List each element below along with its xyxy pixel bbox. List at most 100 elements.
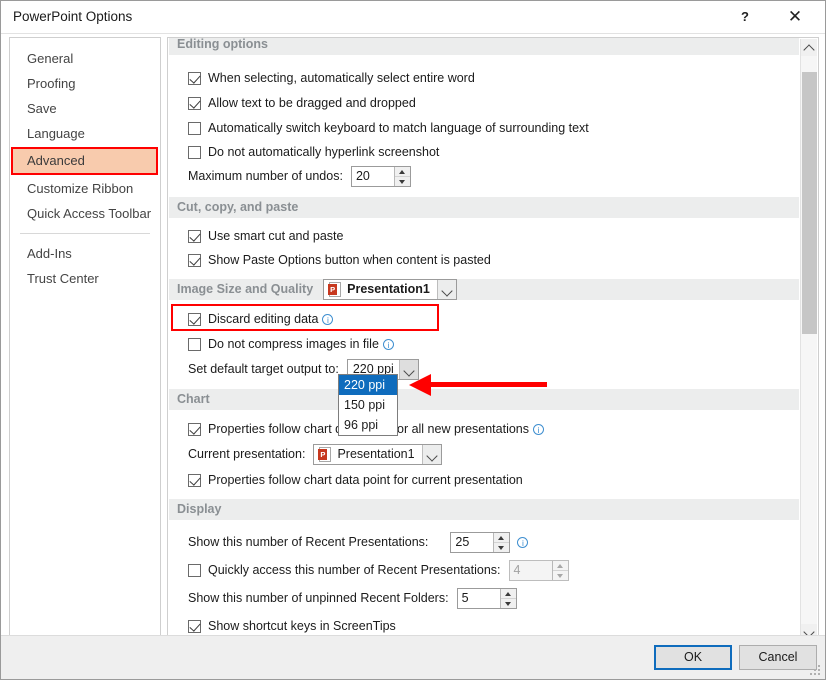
unpinned-folders-value[interactable]: 5 [458,589,500,608]
sidebar-item-label: Quick Access Toolbar [27,206,151,221]
options-pane: Editing options When selecting, automati… [167,37,819,641]
checkbox-row-drag-and-drop[interactable]: Allow text to be dragged and dropped [188,93,416,114]
stepper-buttons[interactable] [493,533,509,552]
recent-presentations-stepper[interactable]: 25 [450,532,510,553]
section-title: Image Size and Quality [177,279,313,300]
recent-presentations-value[interactable]: 25 [451,533,493,552]
close-icon[interactable]: ✕ [773,1,817,32]
max-undos-value[interactable]: 20 [352,167,394,186]
checkbox-label: When selecting, automatically select ent… [208,71,475,86]
section-header-display: Display [169,499,799,520]
sidebar-item-advanced[interactable]: Advanced [11,147,158,175]
checkbox-row-switch-keyboard[interactable]: Automatically switch keyboard to match l… [188,118,589,139]
stepper-buttons [552,561,568,580]
scrollbar-thumb[interactable] [802,72,817,334]
checkbox-follow-chart-data-all-new[interactable] [188,423,201,436]
checkbox-hyperlink-screenshot[interactable] [188,146,201,159]
stepper-up-icon[interactable] [501,589,516,599]
unpinned-folders-row: Show this number of unpinned Recent Fold… [188,588,517,609]
powerpoint-options-dialog: PowerPoint Options ? ✕ General Proofing … [0,0,826,680]
sidebar-item-quick-access-toolbar[interactable]: Quick Access Toolbar [10,201,160,226]
ok-button[interactable]: OK [654,645,732,670]
options-scroll-content: Editing options When selecting, automati… [168,38,801,641]
sidebar-item-proofing[interactable]: Proofing [10,71,160,96]
section-header-image-size-and-quality: Image Size and Quality P Presentation1 [169,279,799,300]
annotation-arrow-icon [409,374,549,396]
checkbox-select-entire-word[interactable] [188,72,201,85]
info-icon[interactable]: i [517,537,528,548]
recent-presentations-row: Show this number of Recent Presentations… [188,532,528,553]
stepper-buttons[interactable] [500,589,516,608]
info-icon[interactable]: i [533,424,544,435]
checkbox-label: Show Paste Options button when content i… [208,253,491,268]
target-output-label: Set default target output to: [188,362,339,377]
image-presentation-combo[interactable]: P Presentation1 [323,279,457,300]
stepper-down-icon[interactable] [395,177,410,186]
sidebar-item-label: Save [27,101,57,116]
info-icon[interactable]: i [322,314,333,325]
checkbox-row-show-paste-options[interactable]: Show Paste Options button when content i… [188,250,491,271]
dropdown-option-220-ppi[interactable]: 220 ppi [339,375,397,395]
quick-access-stepper: 4 [509,560,569,581]
stepper-up-icon[interactable] [395,167,410,177]
sidebar-item-trust-center[interactable]: Trust Center [10,266,160,291]
dialog-footer: OK Cancel [1,635,825,679]
powerpoint-file-icon: P [318,447,333,462]
checkbox-row-hyperlink-screenshot[interactable]: Do not automatically hyperlink screensho… [188,142,439,163]
checkbox-do-not-compress-images[interactable] [188,338,201,351]
checkbox-quickly-access-recent-presentations[interactable] [188,564,201,577]
quick-access-row[interactable]: Quickly access this number of Recent Pre… [188,560,569,581]
target-output-dropdown-list[interactable]: 220 ppi 150 ppi 96 ppi [338,374,398,436]
sidebar-item-language[interactable]: Language [10,121,160,146]
stepper-down-icon[interactable] [501,599,516,608]
unpinned-folders-stepper[interactable]: 5 [457,588,517,609]
checkbox-row-discard-editing-data[interactable]: Discard editing data i [188,309,333,330]
resize-grip-icon[interactable] [810,665,822,677]
stepper-up-icon[interactable] [494,533,509,543]
checkbox-label: Quickly access this number of Recent Pre… [208,563,501,578]
sidebar-item-general[interactable]: General [10,46,160,71]
scroll-up-icon[interactable] [801,39,817,56]
checkbox-shortcut-keys-screentips[interactable] [188,620,201,633]
info-icon[interactable]: i [383,339,394,350]
combo-value: Presentation1 [347,280,437,299]
powerpoint-file-icon: P [328,282,343,297]
checkbox-row-do-not-compress-images[interactable]: Do not compress images in file i [188,334,394,355]
checkbox-label: Automatically switch keyboard to match l… [208,121,589,136]
chevron-down-icon[interactable] [422,445,441,464]
checkbox-row-select-entire-word[interactable]: When selecting, automatically select ent… [188,68,475,89]
checkbox-label: Discard editing data [208,312,318,327]
stepper-down-icon[interactable] [494,543,509,552]
dropdown-option-150-ppi[interactable]: 150 ppi [339,395,397,415]
sidebar-item-label: Proofing [27,76,75,91]
checkbox-smart-cut-paste[interactable] [188,230,201,243]
checkbox-label: Do not compress images in file [208,337,379,352]
sidebar-item-add-ins[interactable]: Add-Ins [10,241,160,266]
sidebar-item-label: Customize Ribbon [27,181,133,196]
dropdown-option-96-ppi[interactable]: 96 ppi [339,415,397,435]
recent-presentations-label: Show this number of Recent Presentations… [188,535,428,550]
checkbox-discard-editing-data[interactable] [188,313,201,326]
sidebar: General Proofing Save Language Advanced … [9,37,161,641]
checkbox-show-paste-options[interactable] [188,254,201,267]
combo-value: Presentation1 [337,445,421,464]
max-undos-stepper[interactable]: 20 [351,166,411,187]
help-icon[interactable]: ? [723,1,767,32]
current-presentation-row: Current presentation: P Presentation1 [188,444,442,465]
sidebar-item-customize-ribbon[interactable]: Customize Ribbon [10,176,160,201]
checkbox-drag-and-drop[interactable] [188,97,201,110]
checkbox-row-follow-chart-data-current[interactable]: Properties follow chart data point for c… [188,470,523,491]
quick-access-value: 4 [510,561,552,580]
checkbox-row-smart-cut-paste[interactable]: Use smart cut and paste [188,226,343,247]
checkbox-switch-keyboard[interactable] [188,122,201,135]
sidebar-item-label: Advanced [27,153,85,168]
sidebar-item-label: General [27,51,73,66]
chevron-down-icon[interactable] [437,280,456,299]
checkbox-follow-chart-data-current[interactable] [188,474,201,487]
sidebar-item-save[interactable]: Save [10,96,160,121]
stepper-buttons[interactable] [394,167,410,186]
checkbox-row-shortcut-keys-screentips[interactable]: Show shortcut keys in ScreenTips [188,616,396,637]
vertical-scrollbar[interactable] [800,39,817,641]
cancel-button[interactable]: Cancel [739,645,817,670]
current-presentation-combo[interactable]: P Presentation1 [313,444,441,465]
